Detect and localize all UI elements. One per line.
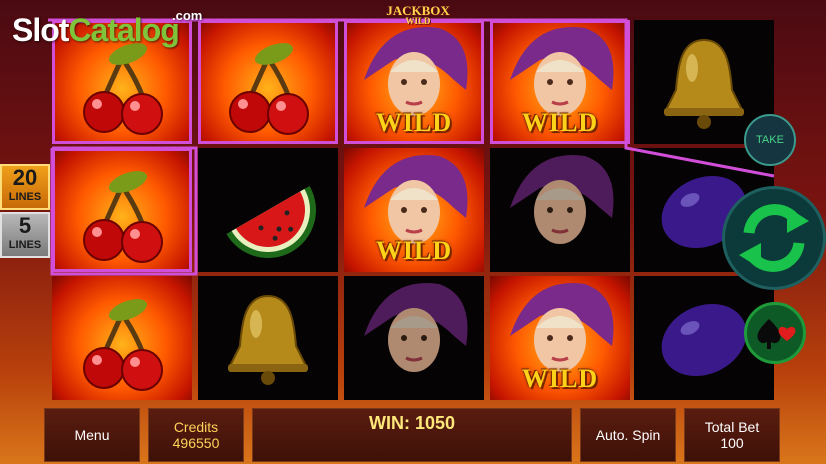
credits-value: 496550: [172, 435, 220, 451]
win-line: [48, 18, 775, 276]
lines-number: 5: [18, 213, 32, 238]
credits-label: Credits: [173, 419, 219, 435]
game-logo: JACKBOX WILD: [372, 3, 464, 26]
autospin-button[interactable]: Auto. Spin: [580, 408, 676, 462]
lines-5-badge[interactable]: 5 LINES: [0, 212, 50, 258]
gamble-button[interactable]: [744, 302, 806, 364]
spin-button[interactable]: [722, 186, 826, 290]
win-panel: WIN: 1050: [252, 408, 572, 462]
game-screen: WILD WILD WILD WILD SlotCatalog .com JAC…: [0, 0, 826, 464]
lines-number: 20: [12, 165, 38, 190]
brand-part1: Slot: [12, 12, 69, 48]
brand-suffix: .com: [172, 8, 203, 23]
take-label: TAKE: [756, 134, 784, 146]
total-bet-button[interactable]: Total Bet 100: [684, 408, 780, 462]
refresh-arrows-icon: [739, 204, 809, 272]
lines-label: LINES: [8, 191, 42, 203]
menu-label: Menu: [74, 427, 110, 443]
brand-watermark: SlotCatalog .com: [12, 8, 202, 49]
take-button[interactable]: TAKE: [744, 114, 796, 166]
menu-button[interactable]: Menu: [44, 408, 140, 462]
total-bet-value: 100: [720, 435, 744, 451]
card-suits-icon: [757, 319, 796, 349]
win-amount: WIN: 1050: [368, 413, 456, 433]
credits-panel: Credits 496550: [148, 408, 244, 462]
lines-label: LINES: [8, 239, 42, 251]
autospin-label: Auto. Spin: [595, 427, 661, 443]
brand-part2: Catalog: [68, 12, 179, 48]
lines-20-badge[interactable]: 20 LINES: [0, 164, 50, 210]
total-bet-label: Total Bet: [704, 419, 760, 435]
